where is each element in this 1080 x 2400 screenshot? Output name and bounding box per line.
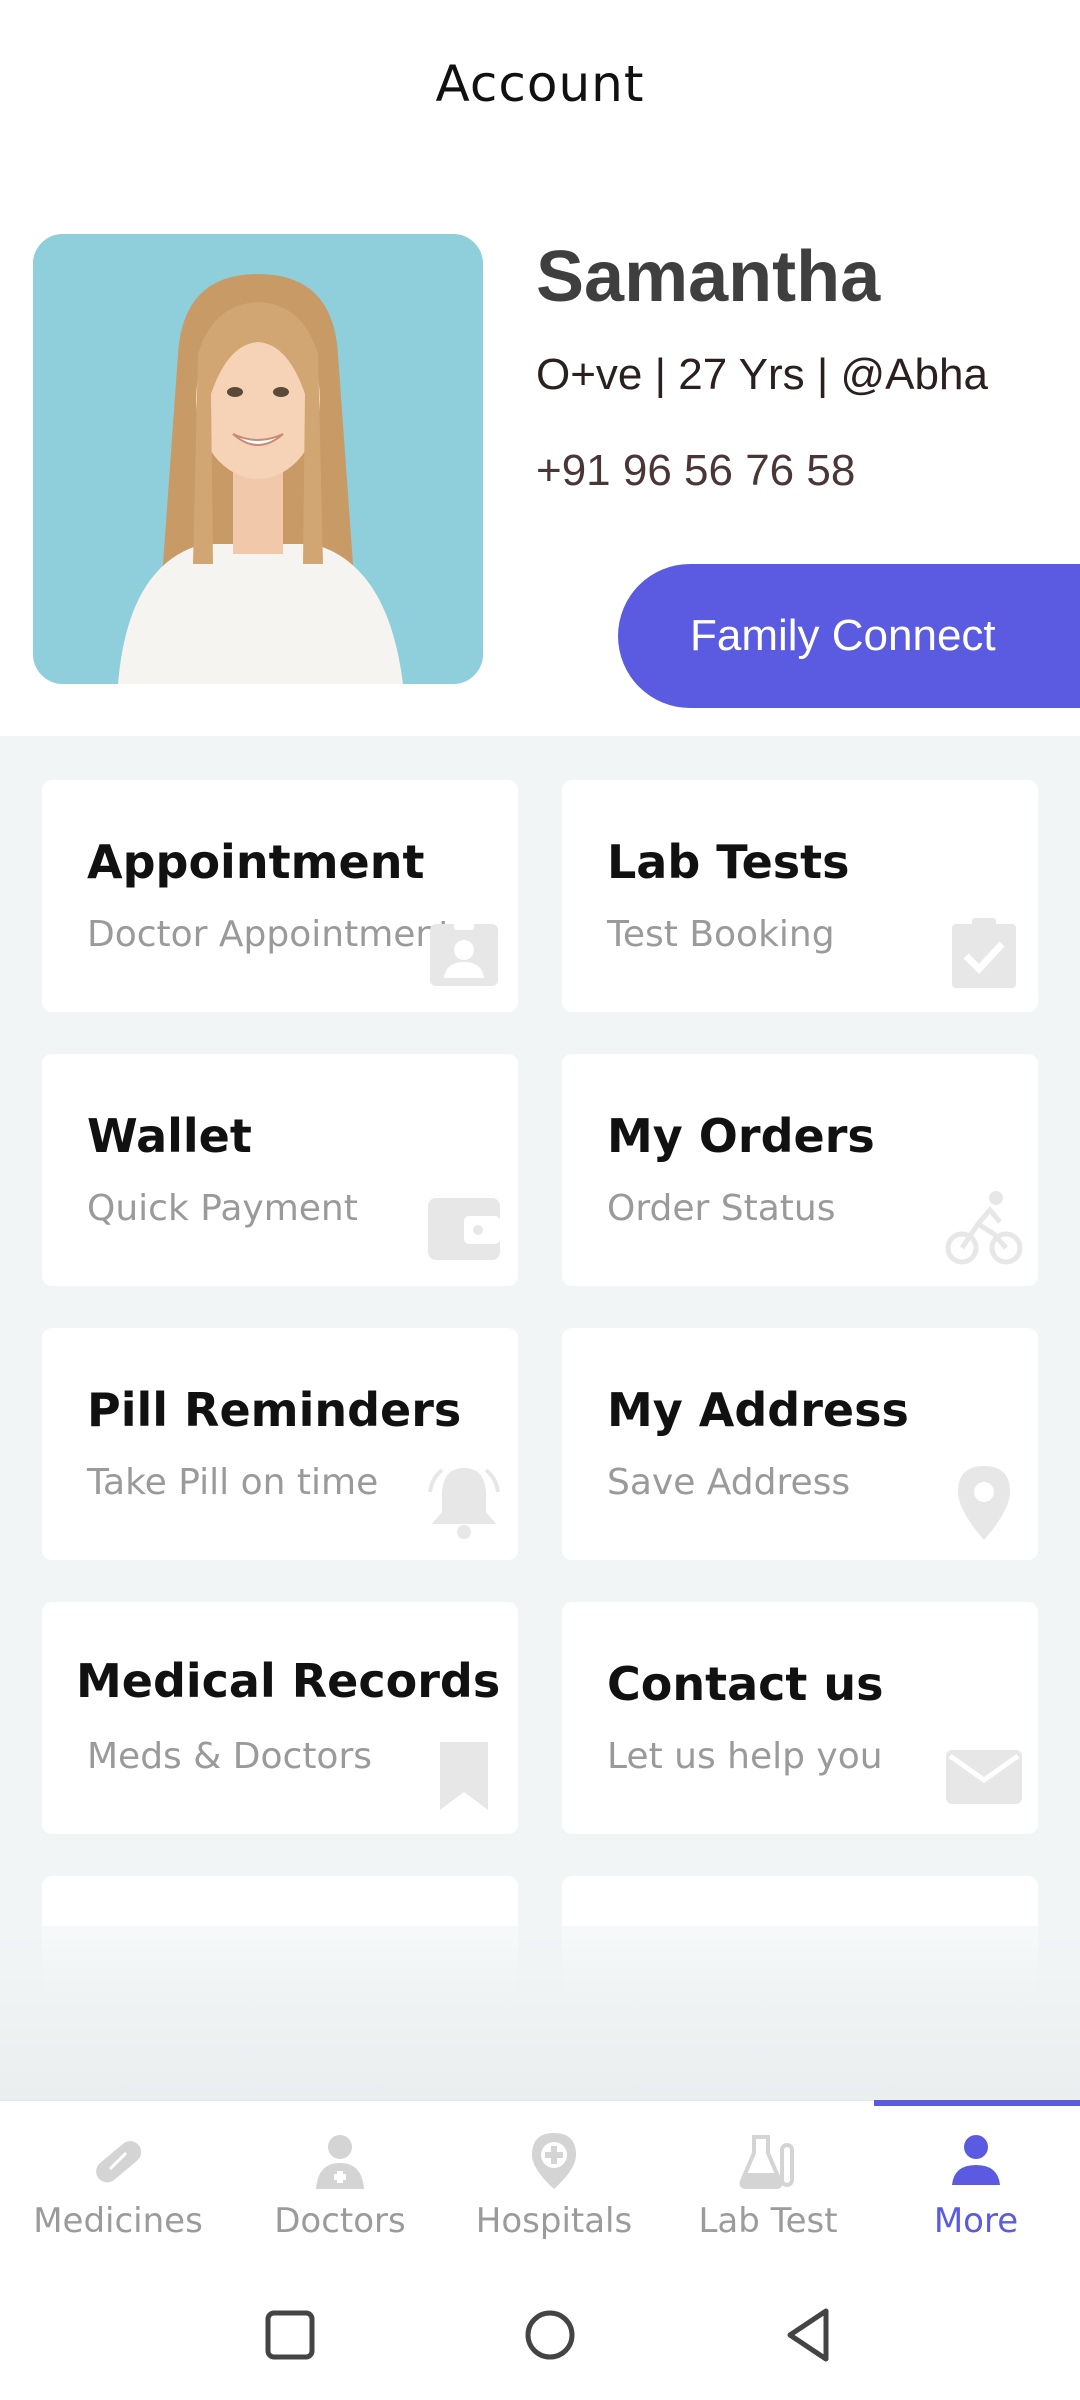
- location-pin-icon: [944, 1462, 1024, 1542]
- bicycle-rider-icon: [944, 1188, 1024, 1268]
- card-my-orders[interactable]: My Orders Order Status: [562, 1054, 1038, 1286]
- nav-item-medicines[interactable]: Medicines: [10, 2101, 226, 2271]
- active-tab-indicator: [874, 2100, 1080, 2106]
- card-subtitle: Test Booking: [607, 914, 835, 955]
- home-icon[interactable]: [520, 2305, 580, 2365]
- card-title: Wallet: [87, 1109, 252, 1163]
- doctor-icon: [310, 2131, 370, 2191]
- person-icon: [946, 2131, 1006, 2191]
- card-subtitle: Order Status: [607, 1188, 836, 1229]
- nav-label: Lab Test: [698, 2201, 838, 2241]
- card-title: My Orders: [607, 1109, 875, 1163]
- lab-flask-icon: [738, 2131, 798, 2191]
- card-my-address[interactable]: My Address Save Address: [562, 1328, 1038, 1560]
- card-pill-reminders[interactable]: Pill Reminders Take Pill on time: [42, 1328, 518, 1560]
- card-subtitle: Save Address: [607, 1462, 851, 1503]
- hospital-pin-icon: [524, 2131, 584, 2191]
- nav-label: Hospitals: [475, 2201, 633, 2241]
- nav-label: More: [933, 2201, 1019, 2241]
- card-wallet[interactable]: Wallet Quick Payment: [42, 1054, 518, 1286]
- contact-badge-icon: [424, 914, 504, 994]
- profile-name: Samantha: [536, 237, 881, 317]
- card-title: Contact us: [607, 1657, 884, 1711]
- system-navigation-bar: [0, 2270, 1080, 2400]
- card-title: Appointment: [87, 835, 425, 889]
- card-subtitle: Let us help you: [607, 1736, 883, 1777]
- wallet-icon: [424, 1188, 504, 1268]
- profile-section: Samantha O+ve | 27 Yrs | @Abha +91 96 56…: [0, 180, 1080, 736]
- avatar[interactable]: [33, 234, 483, 684]
- envelope-icon: [944, 1736, 1024, 1816]
- card-title: Medical Records: [76, 1654, 501, 1708]
- nav-label: Medicines: [33, 2201, 203, 2241]
- card-subtitle: Doctor Appointment: [87, 914, 453, 955]
- back-icon[interactable]: [780, 2305, 840, 2365]
- card-subtitle: Quick Payment: [87, 1188, 358, 1229]
- pill-icon: [88, 2131, 148, 2191]
- bookmark-icon: [424, 1736, 504, 1816]
- card-title: Lab Tests: [607, 835, 850, 889]
- card-contact-us[interactable]: Contact us Let us help you: [562, 1602, 1038, 1834]
- page-title: Account: [435, 55, 645, 113]
- bell-icon: [424, 1462, 504, 1542]
- card-subtitle: Meds & Doctors: [87, 1736, 373, 1777]
- recent-apps-icon[interactable]: [260, 2305, 320, 2365]
- clipboard-check-icon: [944, 914, 1024, 994]
- family-connect-button[interactable]: Family Connect: [618, 564, 1080, 708]
- bottom-navigation: Medicines Doctors Hospitals Lab Test Mor…: [0, 2100, 1080, 2270]
- card-title: Pill Reminders: [87, 1383, 462, 1437]
- app-header: Account: [0, 0, 1080, 180]
- menu-grid: Appointment Doctor Appointment Lab Tests…: [0, 736, 1080, 2100]
- scroll-fade: [0, 1926, 1080, 2100]
- avatar-photo-icon: [33, 234, 483, 684]
- nav-item-hospitals[interactable]: Hospitals: [446, 2101, 662, 2271]
- profile-meta: O+ve | 27 Yrs | @Abha: [536, 350, 988, 399]
- card-subtitle: Take Pill on time: [87, 1462, 379, 1503]
- nav-item-lab-test[interactable]: Lab Test: [660, 2101, 876, 2271]
- card-title: My Address: [607, 1383, 909, 1437]
- nav-label: Doctors: [274, 2201, 406, 2241]
- nav-item-more[interactable]: More: [868, 2101, 1080, 2271]
- card-lab-tests[interactable]: Lab Tests Test Booking: [562, 780, 1038, 1012]
- nav-item-doctors[interactable]: Doctors: [232, 2101, 448, 2271]
- card-appointment[interactable]: Appointment Doctor Appointment: [42, 780, 518, 1012]
- profile-phone: +91 96 56 76 58: [536, 446, 856, 495]
- card-medical-records[interactable]: Medical Records Meds & Doctors: [42, 1602, 518, 1834]
